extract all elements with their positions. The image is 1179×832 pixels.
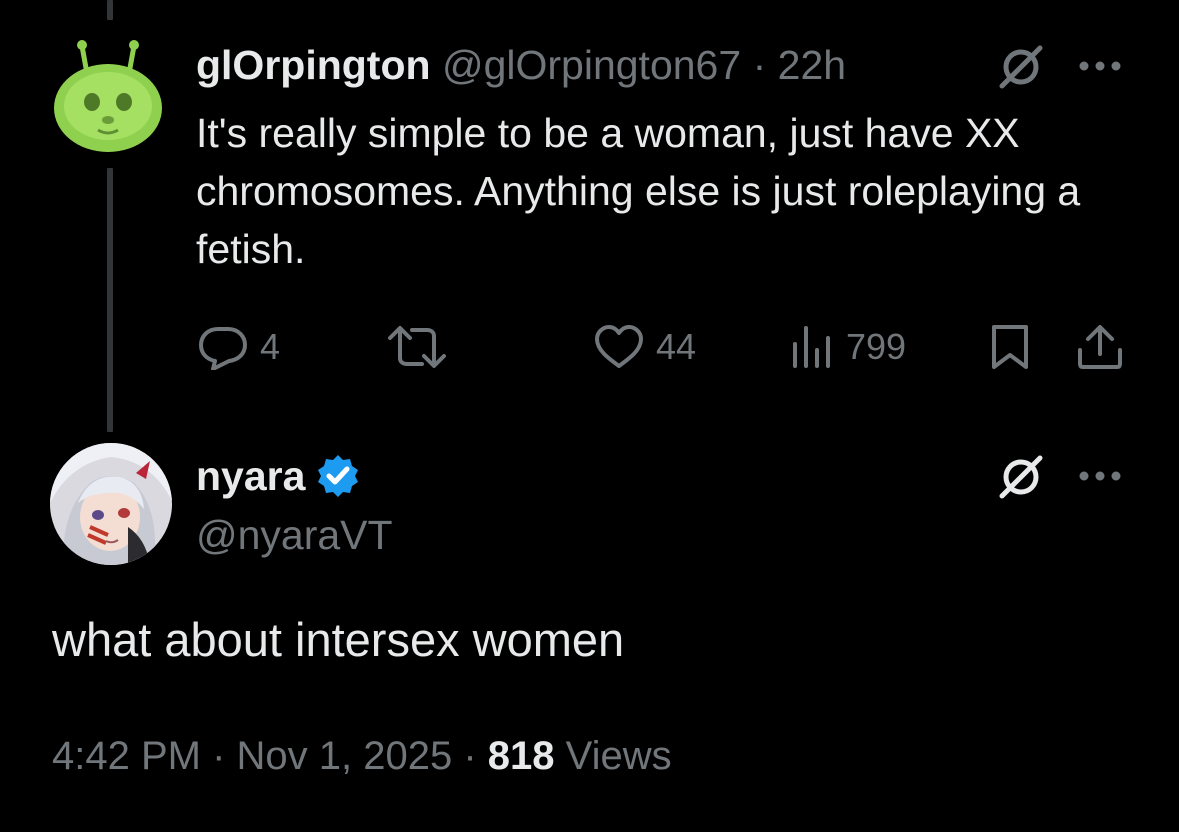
parent-handle[interactable]: @glOrpington67 — [442, 42, 741, 88]
thread-line-connector — [107, 168, 113, 432]
green-alien-cat-avatar-icon — [54, 40, 162, 152]
more-dots-icon — [1079, 61, 1121, 71]
like-count: 44 — [656, 326, 697, 367]
parent-tweet-text: It's really simple to be a woman, just h… — [196, 110, 1081, 272]
heart-icon — [595, 325, 643, 368]
reply-count: 4 — [260, 326, 281, 367]
grok-icon — [999, 45, 1043, 89]
repost-action[interactable] — [386, 324, 448, 370]
grok-icon — [999, 455, 1043, 499]
share-action[interactable] — [1076, 324, 1124, 370]
parent-display-name[interactable]: glOrpington — [196, 42, 431, 88]
parent-time[interactable]: 22h — [778, 42, 846, 88]
reply-action[interactable]: 4 — [198, 324, 280, 370]
tweet-views-label: Views — [554, 734, 672, 778]
share-icon — [1078, 325, 1122, 369]
reply-display-name[interactable]: nyara — [196, 453, 305, 500]
tweet-view-count: 818 — [487, 734, 555, 778]
verified-badge-icon — [318, 455, 359, 497]
reply-handle[interactable]: @nyaraVT — [196, 510, 393, 560]
analytics-icon — [793, 326, 830, 368]
reply-icon — [199, 327, 247, 370]
thread-line-top — [107, 0, 113, 20]
tweet-timestamp[interactable]: 4:42 PM · Nov 1, 2025 · — [52, 734, 488, 778]
parent-avatar[interactable] — [48, 36, 168, 156]
reply-grok-button[interactable] — [996, 452, 1046, 502]
repost-icon — [388, 326, 446, 368]
parent-grok-button[interactable] — [996, 42, 1046, 92]
reply-name-row: nyara — [196, 452, 361, 500]
view-count: 799 — [846, 326, 907, 367]
anime-character-avatar-icon — [50, 443, 172, 565]
tweet-meta: 4:42 PM · Nov 1, 2025 · 818 Views — [52, 734, 672, 779]
reply-avatar[interactable] — [50, 443, 172, 565]
more-dots-icon — [1079, 471, 1121, 481]
like-action[interactable]: 44 — [594, 324, 696, 370]
bookmark-icon — [992, 325, 1028, 369]
reply-more-button[interactable] — [1076, 466, 1124, 486]
bookmark-action[interactable] — [990, 324, 1030, 370]
reply-tweet-text: what about intersex women — [52, 613, 625, 666]
views-action[interactable]: 799 — [790, 324, 906, 370]
parent-header: glOrpington @glOrpington67 · 22h — [196, 40, 846, 90]
parent-more-button[interactable] — [1076, 56, 1124, 76]
parent-separator: · — [752, 42, 767, 88]
